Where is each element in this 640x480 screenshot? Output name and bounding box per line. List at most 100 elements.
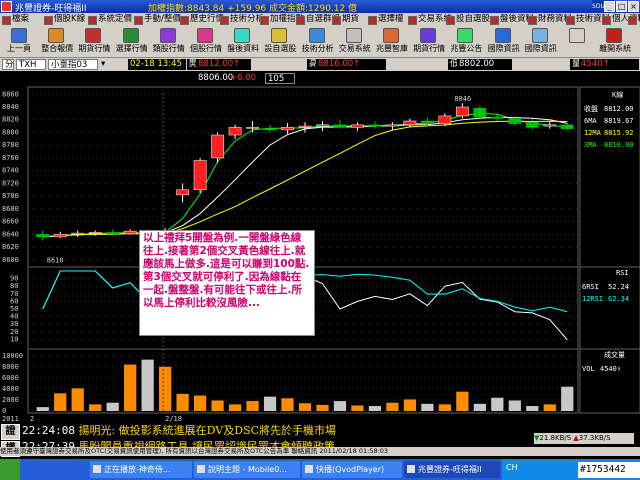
candle (438, 115, 452, 124)
menu-item[interactable]: 檔案 (2, 14, 29, 25)
toolbar-button[interactable]: 盤後資料 (227, 27, 259, 57)
volume-bar (526, 406, 539, 411)
toolbar-label: 期貨行情 (413, 44, 446, 53)
toolbar-button[interactable]: 交易系統 (338, 27, 371, 57)
toolbar-button[interactable]: 離開系統 (599, 27, 631, 57)
volume-tick-label: 2000 (2, 396, 19, 404)
volume-bar (89, 404, 102, 411)
volume-bar (473, 403, 486, 411)
legend-label: VOL (582, 365, 595, 373)
open-value: 8812.00↑ (196, 59, 251, 70)
toolbar-icon (308, 28, 325, 43)
toolbar-label: 期貨行情 (78, 44, 111, 53)
legend-value: 4540↑ (600, 365, 621, 373)
period-tab[interactable]: 分 (2, 59, 14, 70)
price-tick-label: 8600 (2, 256, 19, 264)
news-time: 22:24:08 (22, 424, 75, 437)
volume-bar (159, 366, 172, 411)
price-chart[interactable]: 8600 8620 8640 8660 8680 8700 8720 8740 8760 8780… (0, 85, 640, 423)
toolbar-label: 選擇行情 (115, 44, 148, 53)
volume-bar (386, 402, 399, 411)
candle (228, 127, 242, 136)
toolbar-button[interactable]: 類股行情 (153, 27, 185, 57)
volume-bar (403, 399, 417, 411)
x-axis-date: 2/18 (165, 415, 182, 423)
legend-label: 6MA (584, 117, 597, 125)
contract-name[interactable]: 小臺指03 (48, 59, 98, 70)
menu-item[interactable]: 技術分析 (220, 14, 264, 25)
download-speed: 21.8KB/S (539, 434, 572, 442)
maximize-button[interactable]: □ (616, 1, 627, 12)
pane-title: 成交量 (604, 350, 625, 359)
watermark: #1753442 (578, 462, 640, 478)
start-button[interactable] (0, 459, 20, 480)
toolbar-button[interactable]: 兆豐公告 (450, 27, 482, 57)
language-indicator[interactable]: CH (506, 463, 518, 472)
menu-item[interactable]: 歷史行情 (180, 14, 224, 25)
menu-item[interactable]: 個股K線 (44, 14, 85, 25)
toolbar-button[interactable]: 整合報價 (41, 27, 73, 57)
toolbar-button[interactable]: 期貨行情 (78, 27, 111, 57)
candle (421, 120, 434, 124)
toolbar-icon (85, 28, 102, 43)
volume-bar (543, 404, 556, 411)
volume-tick-label: 6000 (2, 374, 19, 382)
news-button-securities[interactable]: 證 (1, 424, 20, 440)
price-tick-label: 8700 (2, 192, 19, 200)
legend-label: 收盤 (584, 104, 598, 113)
pane-title: RSI (616, 269, 629, 277)
menu-item[interactable]: 選擇權 (368, 14, 404, 25)
menu-item[interactable]: 系統定價 (88, 14, 132, 25)
toolbar-button[interactable]: 技術分析 (301, 27, 334, 57)
candle (193, 160, 207, 191)
news-line[interactable]: 22:24:08 揚明光: 做投影系統進展在DV及DSC將先於手機市場 (22, 423, 336, 439)
chevron-down-icon[interactable]: ▾ (99, 59, 107, 70)
period-input[interactable]: 105 (265, 73, 295, 84)
volume-bar (491, 397, 504, 411)
toolbar-button[interactable]: 期貨行情 (413, 27, 446, 57)
toolbar-button[interactable]: 兆豐智庫 (376, 27, 408, 57)
price-tick-label: 8660 (2, 218, 19, 226)
low-value: 8802.00 (457, 59, 512, 70)
menu-item[interactable]: 設自選股 (446, 14, 490, 25)
toolbar-icon (383, 28, 399, 43)
toolbar-label: 技術分析 (301, 44, 334, 53)
candle (53, 234, 67, 238)
legend-label: 3MA (584, 141, 597, 149)
taskbar-item[interactable]: 正在播放-神奇侍... (90, 461, 192, 478)
toolbar-button[interactable]: 國際資訊 (488, 27, 520, 57)
quote-strip-2: 8806.00 +6.00 105 (0, 72, 640, 85)
volume-tick-label: 4000 (2, 385, 19, 393)
taskbar-item[interactable]: 說明主題 - Mobile0... (194, 461, 300, 478)
taskbar-item[interactable]: 兆豐證券-旺得福II (404, 461, 500, 478)
toolbar-button[interactable]: 國際資訊 (524, 27, 557, 57)
menu-item[interactable]: 期貨 (332, 14, 359, 25)
menu-item[interactable]: 客戶服務 (628, 14, 640, 25)
volume-tick-label: 10000 (2, 352, 23, 360)
candle (88, 232, 102, 234)
toolbar-button[interactable]: 上一頁 (4, 27, 34, 57)
taskbar-item[interactable]: 快播(QvodPlayer) (302, 461, 402, 478)
toolbar-button[interactable]: 選擇行情 (115, 27, 148, 57)
price-tick-label: 8680 (2, 205, 19, 213)
high-marker: 8846 (454, 95, 471, 103)
volume-bar (176, 393, 189, 411)
toolbar-button[interactable] (562, 27, 592, 57)
close-button[interactable]: × (628, 1, 639, 12)
menu-item[interactable]: 手動/整價 (134, 14, 181, 25)
volume-bar (368, 406, 382, 411)
toolbar-icon (159, 28, 176, 43)
legend-value: 8815.92 (604, 129, 634, 137)
toolbar-button[interactable]: 個股行情 (190, 27, 222, 57)
toolbar-label: 設自選股 (264, 44, 297, 53)
volume-bar (298, 403, 312, 411)
minimize-button[interactable]: _ (604, 1, 615, 12)
symbol-input[interactable]: TXH (16, 59, 46, 70)
toolbar-button[interactable]: 設自選股 (264, 27, 297, 57)
candle (176, 189, 189, 196)
toolbar-label: 國際資訊 (524, 44, 557, 53)
toolbar-label: 個股行情 (190, 44, 222, 53)
toolbar-label: 交易系統 (338, 44, 371, 53)
toolbar-icon (457, 28, 474, 43)
toolbar-icon (569, 28, 585, 43)
